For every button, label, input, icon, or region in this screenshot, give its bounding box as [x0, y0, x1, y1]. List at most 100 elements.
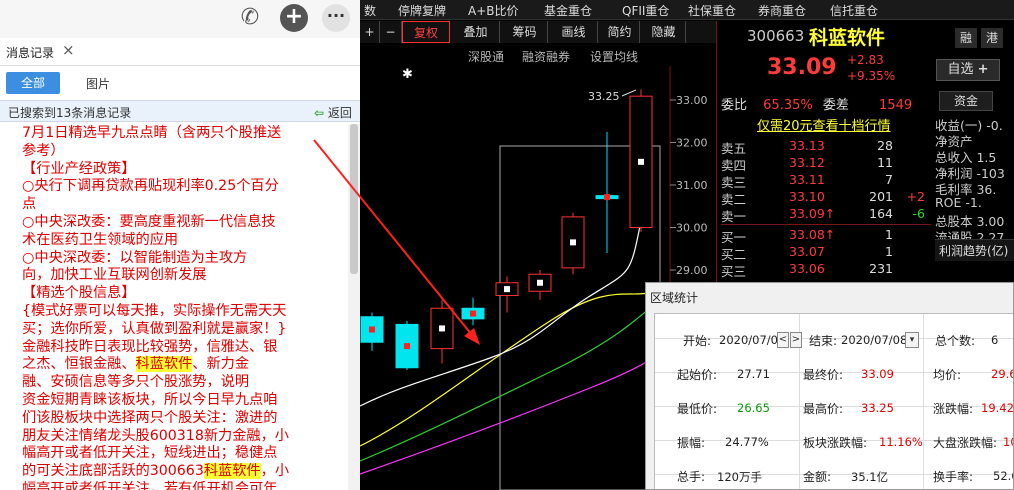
scrollbar-thumb[interactable] [350, 124, 358, 274]
order-book-row[interactable]: 卖四 33.12 11 [721, 155, 931, 173]
change-pct-label: 涨跌幅: [933, 402, 974, 416]
end-dropdown-icon[interactable]: ▾ [905, 332, 919, 348]
y-tick-label: 29.00 [676, 264, 708, 277]
message-line: 参考） [22, 142, 65, 159]
order-book-row[interactable]: 买二 33.07 1 [721, 244, 931, 262]
last-price: 33.09 [767, 55, 837, 80]
toolbar-button[interactable]: 复权 [402, 21, 450, 43]
message-line: 向，加快工业互联网创新发展 [22, 267, 207, 284]
subbar-tab[interactable]: 深股通 [468, 48, 504, 65]
back-button[interactable]: ⇦ 返回 [314, 104, 352, 121]
star-icon: ✱ [402, 67, 413, 82]
message-line: 幅高开或者低开关注，短线进出；稳健点 [22, 445, 328, 463]
menu-item[interactable]: 数 [364, 2, 376, 19]
high-price-label: 最高价: [803, 402, 844, 416]
message-line: 【行业产经政策】 [22, 160, 136, 177]
candle-marker [638, 158, 644, 165]
avg-price-value: 29.61 [991, 367, 1013, 381]
menu-item[interactable]: A+B比价 [468, 2, 519, 19]
order-price: 33.09↑ [789, 206, 836, 221]
candle-marker [439, 325, 445, 332]
y-tick-label: 30.00 [676, 222, 708, 235]
add-icon[interactable]: + [280, 4, 308, 32]
toolbar-button[interactable]: 隐藏 [642, 21, 686, 43]
subbar-tab[interactable]: 融资融券 [522, 48, 570, 65]
order-delta: +2 [906, 189, 925, 204]
hk-connect-button[interactable]: 港 [981, 28, 1003, 48]
total-count-label: 总个数: [935, 334, 976, 348]
phone-icon[interactable]: ✆ [236, 4, 264, 32]
margin-button[interactable]: 融 [955, 28, 977, 48]
start-prev-icon[interactable]: < [777, 332, 789, 348]
more-icon[interactable]: ··· [322, 4, 350, 32]
start-date[interactable]: 2020/07/01 [719, 333, 785, 347]
low-price-value: 26.65 [737, 401, 770, 415]
highlighted-keyword: 科蓝软件 [135, 356, 193, 373]
menu-item[interactable]: 信托重仓 [830, 2, 878, 19]
weicha-label: 委差 [822, 98, 849, 113]
toolbar-button[interactable]: 简约 [600, 21, 640, 43]
fundamentals-list: 收益(一) -0. 净资产 总收入 1.5 净利润 -103 毛利率 36. ROE -1… [935, 115, 1014, 245]
order-book-row[interactable]: 卖五 33.13 28 [721, 138, 931, 156]
toolbar-button[interactable]: + [360, 21, 380, 43]
menu-item[interactable]: 基金重仓 [544, 2, 592, 19]
stock-name: 科蓝软件 [809, 27, 886, 49]
order-book-row[interactable]: 卖二 33.10 201 +2 [721, 189, 931, 207]
toolbar-button[interactable]: 叠加 [452, 21, 500, 43]
fund-flow-tab[interactable]: 资金 [939, 91, 993, 111]
order-book-row[interactable]: 卖一 33.09↑ 164 -6 [721, 206, 931, 224]
end-date[interactable]: 2020/07/08 [841, 333, 907, 347]
message-record-tab[interactable]: 消息记录 × [0, 38, 360, 66]
high-price-value: 33.25 [861, 401, 894, 415]
total-volume-value: 120万手 [717, 470, 762, 484]
message-text: 资金短期青睐该板块，所以今日早九点咱 [22, 391, 278, 408]
total-volume-label: 总手: [677, 470, 706, 484]
candle-marker [470, 310, 476, 317]
message-text: 融、安硕信息等多只个股涨势，说明 [22, 374, 250, 391]
open-price-label: 起始价: [677, 368, 718, 382]
order-price: 33.10 [789, 189, 825, 204]
sector-change-label: 板块涨跌幅: [803, 436, 868, 450]
fundamental-item: 毛利率 36. [935, 182, 997, 197]
toolbar-button[interactable]: 画线 [550, 21, 598, 43]
message-line: ○央行下调再贷款再贴现利率0.25个百分 [22, 178, 279, 195]
message-text: 朋友关注情绪龙头股600318新力金融，小 [22, 427, 289, 444]
price-change-pct: +9.35% [847, 69, 896, 83]
order-volume: 1 [885, 244, 893, 259]
order-book-row[interactable]: 卖三 33.11 7 [721, 172, 931, 190]
message-line: 点 [22, 196, 37, 213]
message-text: 之杰、恒银金融、 [22, 356, 136, 373]
weibi-value: 65.35% [763, 98, 813, 113]
menu-item[interactable]: QFII重仓 [622, 2, 669, 19]
ten-level-quote-link[interactable]: 仅需20元查看十档行情 [757, 115, 891, 134]
message-line: 资金短期青睐该板块，所以今日早九点咱 [22, 392, 328, 410]
back-arrow-icon: ⇦ [314, 106, 325, 120]
filter-images-button[interactable]: 图片 [86, 75, 110, 92]
start-next-icon[interactable]: > [790, 332, 802, 348]
order-price: 33.13 [789, 138, 825, 153]
plus-icon: + [977, 62, 989, 77]
toolbar-button[interactable]: − [380, 21, 402, 43]
subbar-tab[interactable]: 设置均线 [590, 48, 638, 65]
market-change-value: 10 [1003, 435, 1013, 449]
tab-title: 消息记录 [6, 46, 55, 60]
profit-trend-tab[interactable]: 利润趋势(亿) [935, 239, 1014, 261]
menu-item[interactable]: 停牌复牌 [398, 2, 446, 19]
menu-item[interactable]: 券商重仓 [758, 2, 806, 19]
order-book-row[interactable]: 买三 33.06 231 [721, 261, 931, 279]
filter-all-button[interactable]: 全部 [6, 72, 60, 94]
dialog-title: 区域统计 [650, 291, 699, 305]
watchlist-label: 自选 [947, 62, 974, 77]
close-icon[interactable]: × [62, 41, 75, 59]
back-label: 返回 [327, 106, 352, 120]
order-price: 33.12 [789, 155, 825, 170]
toolbar-button[interactable]: 筹码 [502, 21, 548, 43]
order-volume: 1 [885, 227, 893, 242]
search-result-count: 已搜索到13条消息记录 [8, 106, 132, 120]
add-watchlist-button[interactable]: 自选 + [936, 59, 1000, 81]
message-line: 金融科技昨日表现比较强势，信雅达、银 [22, 339, 328, 357]
message-scrollbar[interactable] [348, 124, 360, 490]
order-book-row[interactable]: 买一 33.08↑ 1 [721, 227, 931, 245]
menu-item[interactable]: 社保重仓 [688, 2, 736, 19]
high-pointer-line [621, 89, 637, 97]
